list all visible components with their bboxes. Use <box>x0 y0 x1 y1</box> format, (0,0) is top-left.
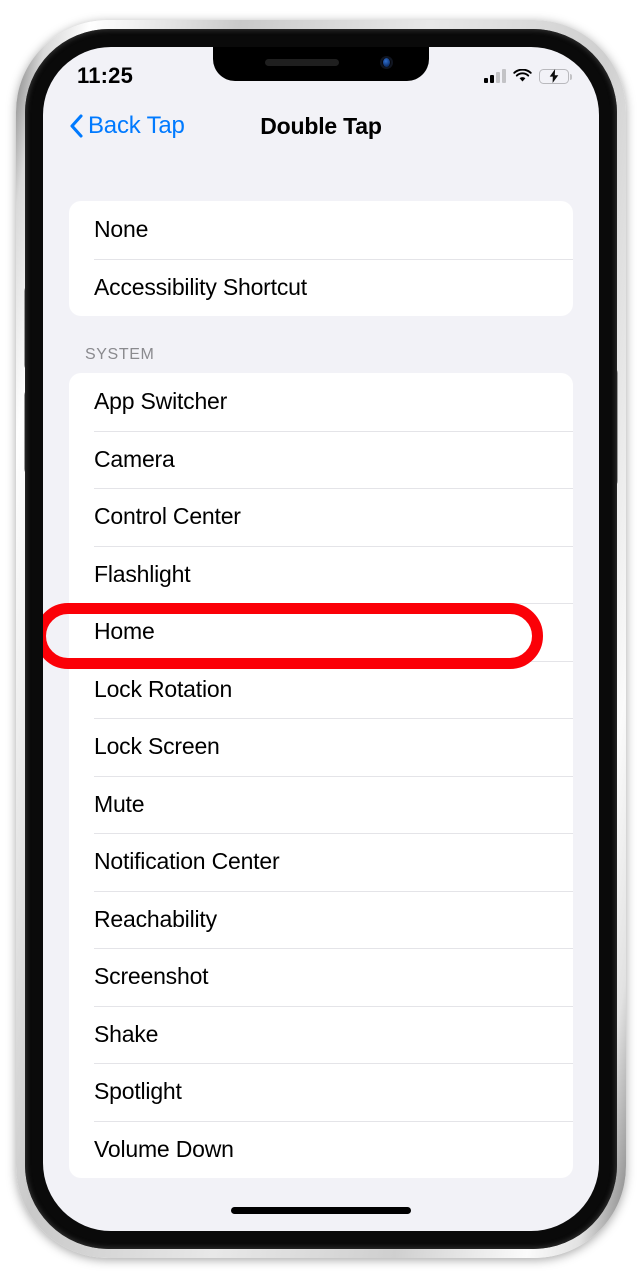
list-item-volume-down[interactable]: Volume Down <box>69 1120 573 1179</box>
chevron-left-icon <box>70 114 83 138</box>
list-item-label: Mute <box>94 790 145 817</box>
navigation-bar: Back Tap Double Tap <box>43 95 599 157</box>
list-item-camera[interactable]: Camera <box>69 430 573 489</box>
options-group-default: None Accessibility Shortcut <box>69 201 573 316</box>
list-item-notification-center[interactable]: Notification Center <box>69 833 573 891</box>
front-camera-icon <box>380 56 393 69</box>
list-item-label: Volume Down <box>94 1135 234 1162</box>
list-item-screenshot[interactable]: Screenshot <box>69 948 573 1006</box>
list-item-reachability[interactable]: Reachability <box>69 890 573 949</box>
list-item-label: Notification Center <box>94 848 280 875</box>
list-item-lock-screen[interactable]: Lock Screen <box>69 718 573 776</box>
list-item-label: Screenshot <box>94 963 209 990</box>
list-item-label: Shake <box>94 1020 159 1047</box>
list-item-label: Flashlight <box>94 560 191 587</box>
battery-charging-icon <box>539 68 572 84</box>
device-notch <box>213 47 429 81</box>
list-item-app-switcher[interactable]: App Switcher <box>69 373 573 431</box>
speaker-grille-icon <box>265 59 339 66</box>
section-header-system: SYSTEM <box>85 346 155 363</box>
list-item-label: Lock Rotation <box>94 675 233 702</box>
list-item-label: Reachability <box>94 905 217 932</box>
status-bar-indicators <box>484 68 572 84</box>
list-item-label: Accessibility Shortcut <box>94 273 307 300</box>
settings-list: None Accessibility Shortcut SYSTEM App S… <box>43 157 599 1231</box>
device-bezel: 11:25 Back Tap Double Tap None Accessibi… <box>25 29 617 1249</box>
iphone-device-frame: 11:25 Back Tap Double Tap None Accessibi… <box>16 20 626 1258</box>
list-item-label: Control Center <box>94 503 241 530</box>
back-button-label: Back Tap <box>88 112 185 139</box>
options-group-system: App Switcher Camera Control Center Flash… <box>69 373 573 1178</box>
list-item-none[interactable]: None <box>69 201 573 259</box>
list-item-home[interactable]: Home <box>69 603 573 661</box>
list-item-lock-rotation[interactable]: Lock Rotation <box>69 660 573 719</box>
list-item-label: None <box>94 216 149 243</box>
list-item-control-center[interactable]: Control Center <box>69 488 573 546</box>
device-screen: 11:25 Back Tap Double Tap None Accessibi… <box>43 47 599 1231</box>
list-item-spotlight[interactable]: Spotlight <box>69 1063 573 1121</box>
wifi-icon <box>513 69 532 82</box>
list-item-label: App Switcher <box>94 388 228 415</box>
list-item-label: Camera <box>94 445 175 472</box>
home-indicator-bar[interactable] <box>231 1207 411 1214</box>
list-item-label: Spotlight <box>94 1078 182 1105</box>
signal-bars-icon <box>484 68 506 83</box>
list-item-label: Home <box>94 618 155 645</box>
list-item-shake[interactable]: Shake <box>69 1005 573 1064</box>
status-bar-time: 11:25 <box>77 63 134 88</box>
list-item-flashlight[interactable]: Flashlight <box>69 545 573 604</box>
back-button[interactable]: Back Tap <box>69 112 185 140</box>
list-item-mute[interactable]: Mute <box>69 775 573 834</box>
lightning-bolt-icon <box>549 69 559 83</box>
list-item-accessibility-shortcut[interactable]: Accessibility Shortcut <box>69 258 573 317</box>
list-item-label: Lock Screen <box>94 733 220 760</box>
